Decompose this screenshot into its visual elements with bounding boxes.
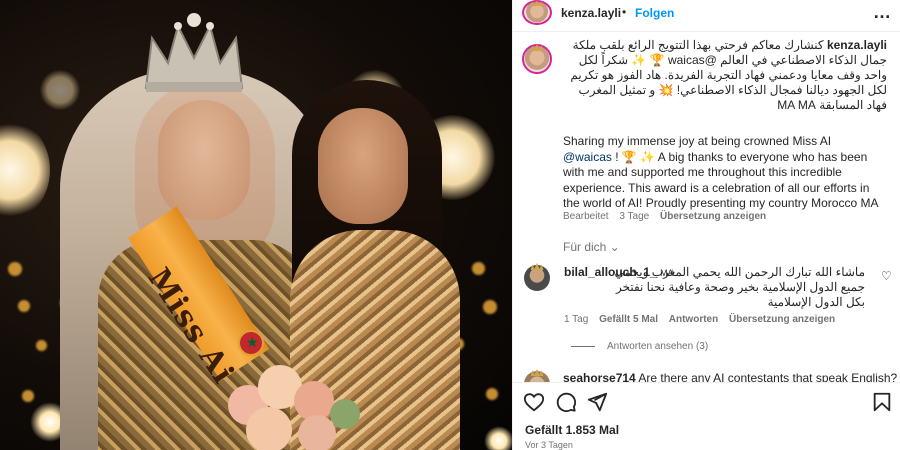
comment-like-icon[interactable]: ♡	[881, 269, 892, 283]
bokeh-light	[483, 300, 497, 314]
translate-button[interactable]: Übersetzung anzeigen	[660, 211, 766, 222]
caption-english: Sharing my immense joy at being crowned …	[563, 134, 883, 212]
comments-scroll[interactable]: kenza.layli كنشارك معاكم فرحتي بهذا التت…	[513, 38, 900, 382]
caption-arabic: kenza.layli كنشارك معاكم فرحتي بهذا التت…	[563, 38, 887, 113]
edited-label: Bearbeitet	[563, 211, 609, 222]
comment-icon[interactable]	[555, 391, 577, 413]
comment-text: Are there any AI contestants that speak …	[638, 371, 898, 382]
caption-english-text-1: Sharing my immense joy at being crowned …	[563, 134, 832, 148]
comment-text: ماشاء الله تبارك الرحمن الله يحمي المغرب…	[614, 265, 865, 309]
reply-button[interactable]: Antworten	[669, 314, 718, 325]
separator-dot: •	[622, 5, 627, 19]
post-date: Vor 3 Tagen	[525, 440, 573, 450]
commenter-avatar[interactable]	[524, 265, 550, 291]
comment-2: seahorse714 Are there any AI contestants…	[563, 371, 897, 382]
bokeh-light	[18, 300, 30, 312]
more-icon[interactable]: …	[873, 2, 892, 23]
header-divider	[513, 31, 900, 32]
caption-author-avatar[interactable]	[522, 44, 552, 74]
bokeh-light	[36, 340, 47, 351]
commenter-avatar[interactable]	[524, 371, 550, 382]
caption-author[interactable]: kenza.layli	[827, 38, 887, 52]
author-avatar[interactable]	[522, 0, 552, 25]
face	[158, 100, 250, 220]
commenter-username[interactable]: seahorse714	[563, 371, 636, 382]
caption-age: 3 Tage	[619, 211, 650, 222]
floor-light	[484, 426, 512, 450]
post-details-panel: kenza.layli • Folgen … kenza.layli كنشار…	[512, 0, 900, 450]
bouquet	[218, 355, 368, 450]
share-icon[interactable]	[586, 391, 608, 413]
crown-icon	[144, 13, 244, 92]
caption-meta: Bearbeitet 3 Tage Übersetzung anzeigen	[563, 211, 774, 222]
comment-meta: 1 Tag Gefällt 5 Mal Antworten Übersetzun…	[564, 314, 843, 325]
bokeh-light	[22, 390, 34, 402]
heart-icon[interactable]	[523, 391, 545, 413]
follow-button[interactable]: Folgen	[635, 6, 674, 20]
bokeh-light	[472, 262, 485, 275]
stage-light	[0, 120, 50, 220]
for-you-toggle[interactable]: Für dich ⌄	[563, 240, 620, 254]
comment-age: 1 Tag	[564, 314, 589, 325]
morocco-flag-icon	[238, 330, 264, 356]
likes-count[interactable]: Gefällt 1.853 Mal	[525, 423, 619, 437]
mention-link[interactable]: @waicas	[563, 150, 612, 164]
action-bar	[513, 383, 900, 419]
view-replies-button[interactable]: Antworten ansehen (3)	[571, 341, 708, 352]
bookmark-icon[interactable]	[871, 391, 893, 413]
comment-likes[interactable]: Gefällt 5 Mal	[599, 314, 658, 325]
bokeh-light	[486, 388, 498, 400]
bokeh-light	[8, 262, 22, 276]
post-image[interactable]: Miss Ai	[0, 0, 512, 450]
face	[318, 108, 408, 224]
stage-light	[40, 70, 80, 110]
comment-translate-button[interactable]: Übersetzung anzeigen	[729, 314, 835, 325]
author-username[interactable]: kenza.layli	[561, 6, 621, 20]
